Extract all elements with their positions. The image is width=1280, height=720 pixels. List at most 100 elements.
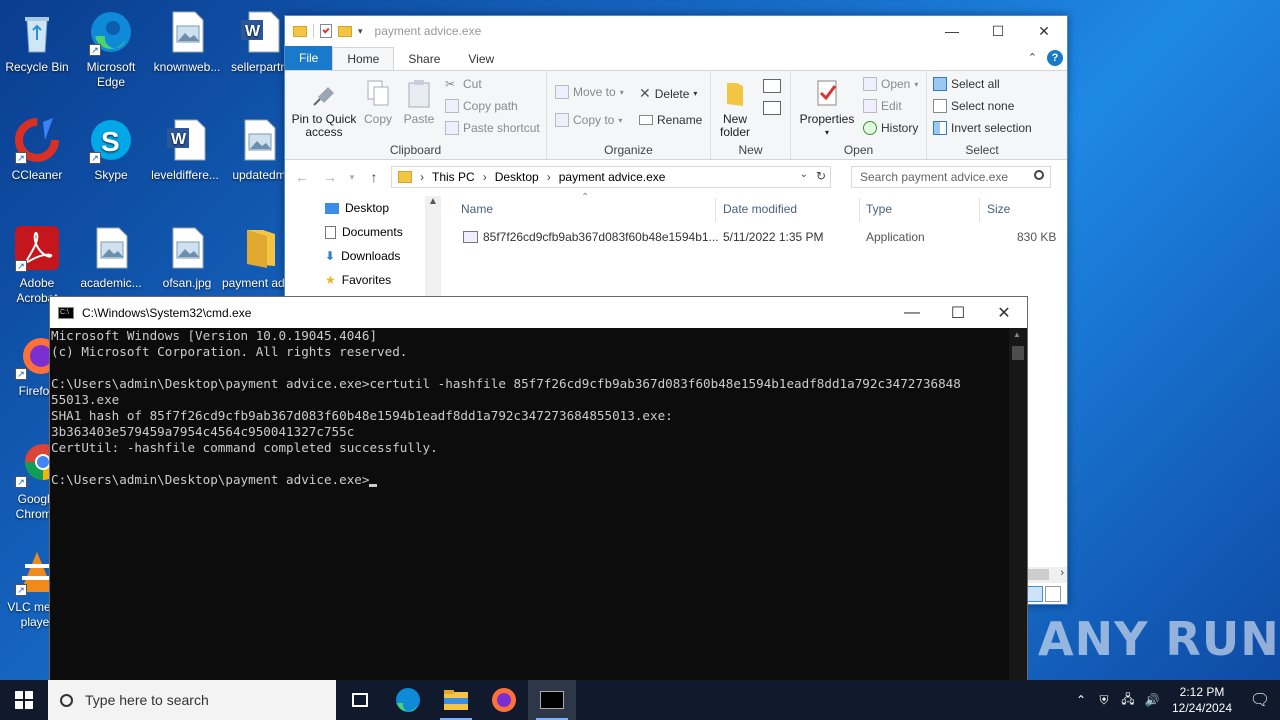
nav-item-downloads[interactable]: ⬇ Downloads — [325, 249, 400, 263]
cmd-titlebar[interactable]: C:\ C:\Windows\System32\cmd.exe — ☐ ✕ — [50, 297, 1027, 328]
taskbar-cmd[interactable] — [528, 680, 576, 720]
breadcrumb-desktop[interactable]: Desktop — [495, 170, 539, 184]
divider — [715, 198, 716, 222]
large-icons-view-icon[interactable] — [1045, 586, 1061, 602]
console-scrollbar[interactable]: ▲ — [1009, 328, 1027, 719]
desktop-icon-knownweb[interactable]: knownweb... — [150, 8, 224, 75]
clock[interactable]: 2:12 PM 12/24/2024 — [1164, 684, 1240, 716]
maximize-button[interactable]: ☐ — [935, 297, 981, 328]
start-button[interactable] — [0, 680, 48, 720]
horizontal-scrollbar[interactable]: › — [1027, 567, 1067, 583]
details-view-icon[interactable] — [1027, 586, 1043, 602]
scroll-up-icon[interactable]: ▲ — [428, 196, 438, 207]
move-icon — [555, 85, 569, 99]
image-file-icon — [87, 224, 135, 272]
nav-item-desktop[interactable]: Desktop — [325, 201, 389, 215]
tab-view[interactable]: View — [454, 48, 508, 70]
rename-button[interactable]: Rename — [639, 113, 702, 127]
taskbar-search[interactable]: Type here to search — [48, 680, 336, 720]
cut-button[interactable]: ✂ Cut — [445, 77, 482, 91]
chevron-up-icon[interactable]: ⌃ — [1028, 51, 1037, 64]
console-prompt: C:\Users\admin\Desktop\payment advice.ex… — [51, 472, 370, 487]
new-folder-icon[interactable] — [338, 25, 352, 37]
select-all-button[interactable]: Select all — [933, 77, 1000, 91]
notification-icon[interactable]: 🗨 — [1240, 690, 1280, 710]
scroll-thumb[interactable] — [1012, 346, 1024, 360]
breadcrumb-current[interactable]: payment advice.exe — [559, 170, 666, 184]
desktop-icon-academic[interactable]: academic... — [74, 224, 148, 291]
security-icon[interactable]: ⛨ — [1092, 693, 1116, 708]
breadcrumb-this-pc[interactable]: This PC — [432, 170, 475, 184]
tab-share[interactable]: Share — [394, 48, 454, 70]
desktop-icon-recycle-bin[interactable]: Recycle Bin — [0, 8, 74, 75]
history-icon — [863, 121, 877, 135]
scroll-up-icon[interactable]: ▲ — [1013, 330, 1021, 339]
column-name[interactable]: Name — [461, 202, 493, 216]
network-icon[interactable]: 🖧 — [1116, 690, 1140, 711]
desktop-icon-adobe[interactable]: ↗ Adobe Acrobat — [0, 224, 74, 306]
column-type[interactable]: Type — [866, 202, 892, 216]
refresh-icon[interactable]: ↻ — [816, 169, 826, 183]
taskbar-firefox[interactable] — [480, 680, 528, 720]
minimize-button[interactable]: — — [929, 16, 975, 46]
documents-icon — [325, 225, 336, 239]
copy-to-button[interactable]: Copy to ▾ — [555, 113, 622, 127]
open-button[interactable]: Open ▾ — [863, 77, 918, 91]
search-input[interactable]: Search payment advice.exe — [851, 166, 1051, 188]
nav-item-documents[interactable]: Documents — [325, 225, 403, 239]
desktop-icon-ccleaner[interactable]: ↗ CCleaner — [0, 116, 74, 183]
maximize-button[interactable]: ☐ — [975, 16, 1021, 46]
delete-button[interactable]: ✕ Delete ▾ — [639, 85, 697, 102]
tab-file[interactable]: File — [285, 46, 333, 70]
close-button[interactable]: ✕ — [1021, 16, 1067, 46]
paste-shortcut-button[interactable]: Paste shortcut — [445, 121, 540, 135]
invert-selection-button[interactable]: Invert selection — [933, 121, 1032, 135]
properties-icon[interactable] — [320, 24, 332, 38]
select-none-button[interactable]: Select none — [933, 99, 1014, 113]
console-output[interactable]: Microsoft Windows [Version 10.0.19045.40… — [50, 328, 1009, 719]
cmd-title: C:\Windows\System32\cmd.exe — [82, 305, 252, 320]
desktop-icon-ofsan[interactable]: ofsan.jpg — [150, 224, 224, 291]
move-to-button[interactable]: Move to ▾ — [555, 85, 624, 99]
task-view-button[interactable] — [336, 680, 384, 720]
desktop-icon-leveldiffere[interactable]: W leveldiffere... — [148, 116, 222, 183]
column-size[interactable]: Size — [987, 202, 1010, 216]
help-icon[interactable]: ? — [1047, 50, 1063, 66]
edit-button[interactable]: Edit — [863, 99, 902, 113]
select-none-icon — [933, 99, 947, 113]
column-date-modified[interactable]: Date modified — [723, 202, 797, 216]
forward-arrow-icon[interactable]: → — [319, 169, 341, 185]
chevron-up-icon[interactable]: ⌃ — [1070, 693, 1092, 707]
divider — [313, 24, 314, 38]
new-item-icon[interactable] — [763, 79, 781, 93]
taskbar-edge[interactable] — [384, 680, 432, 720]
easy-access-icon[interactable] — [763, 101, 781, 115]
address-bar[interactable]: › This PC › Desktop › payment advice.exe… — [391, 166, 831, 188]
scroll-right-icon[interactable]: › — [1060, 567, 1064, 579]
history-button[interactable]: History — [863, 121, 918, 135]
properties-button[interactable]: Properties ▾ — [799, 79, 855, 139]
back-arrow-icon[interactable]: ← — [291, 169, 313, 185]
close-button[interactable]: ✕ — [981, 297, 1027, 328]
tab-home[interactable]: Home — [332, 47, 395, 70]
desktop-icon-skype[interactable]: S ↗ Skype — [74, 116, 148, 183]
copy-button[interactable]: Copy — [361, 79, 395, 126]
nav-item-favorites[interactable]: ★ Favorites — [325, 273, 391, 287]
explorer-titlebar[interactable]: ▾ payment advice.exe — ☐ ✕ — [285, 16, 1067, 46]
up-arrow-icon[interactable]: ↑ — [363, 169, 385, 185]
console-line: ​ — [51, 456, 1009, 472]
taskbar-file-explorer[interactable] — [432, 680, 480, 720]
minimize-button[interactable]: — — [889, 297, 935, 328]
new-folder-button[interactable]: New folder — [715, 79, 755, 139]
recent-chevron-icon[interactable]: ▾ — [347, 172, 357, 183]
group-label-select: Select — [965, 143, 999, 157]
volume-icon[interactable]: 🔊 — [1140, 693, 1164, 707]
address-dropdown-icon[interactable]: ⌄ — [800, 169, 808, 180]
pin-quick-access-button[interactable]: Pin to Quick access — [289, 79, 359, 139]
console-line: Microsoft Windows [Version 10.0.19045.40… — [51, 328, 378, 343]
chevron-down-icon[interactable]: ▾ — [358, 26, 363, 37]
copy-path-button[interactable]: Copy path — [445, 99, 518, 113]
desktop-icon-edge[interactable]: ↗ Microsoft Edge — [74, 8, 148, 90]
paste-button[interactable]: Paste — [402, 79, 436, 126]
clock-date: 12/24/2024 — [1171, 701, 1233, 715]
